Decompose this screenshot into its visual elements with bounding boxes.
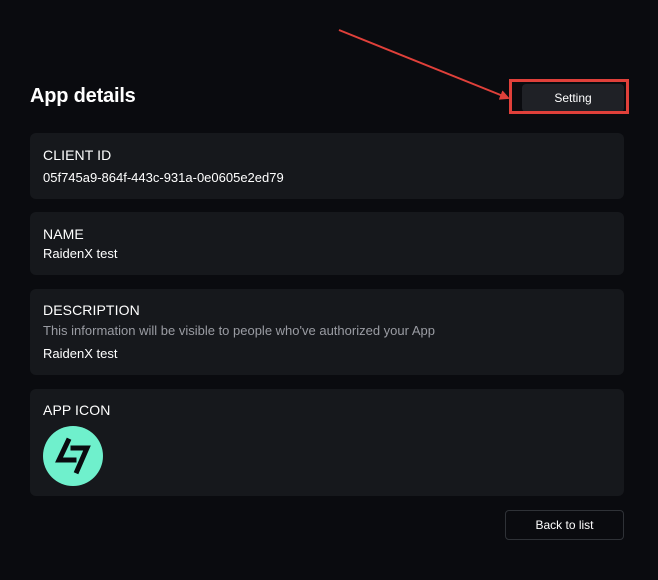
raidenx-logo-icon [43,426,103,486]
description-label: DESCRIPTION [43,302,140,318]
client-id-value: 05f745a9-864f-443c-931a-0e0605e2ed79 [43,170,284,185]
page-title: App details [30,85,136,107]
description-card: DESCRIPTION This information will be vis… [30,289,624,375]
name-card: NAME RaidenX test [30,212,624,275]
annotation-highlight-box [509,79,629,114]
back-to-list-button[interactable]: Back to list [505,510,624,540]
client-id-label: CLIENT ID [43,147,112,163]
description-hint: This information will be visible to peop… [43,323,435,338]
description-value: RaidenX test [43,346,118,361]
app-icon-label: APP ICON [43,402,111,418]
app-icon-card: APP ICON [30,389,624,496]
name-label: NAME [43,226,84,242]
name-value: RaidenX test [43,246,118,261]
client-id-card: CLIENT ID 05f745a9-864f-443c-931a-0e0605… [30,133,624,199]
